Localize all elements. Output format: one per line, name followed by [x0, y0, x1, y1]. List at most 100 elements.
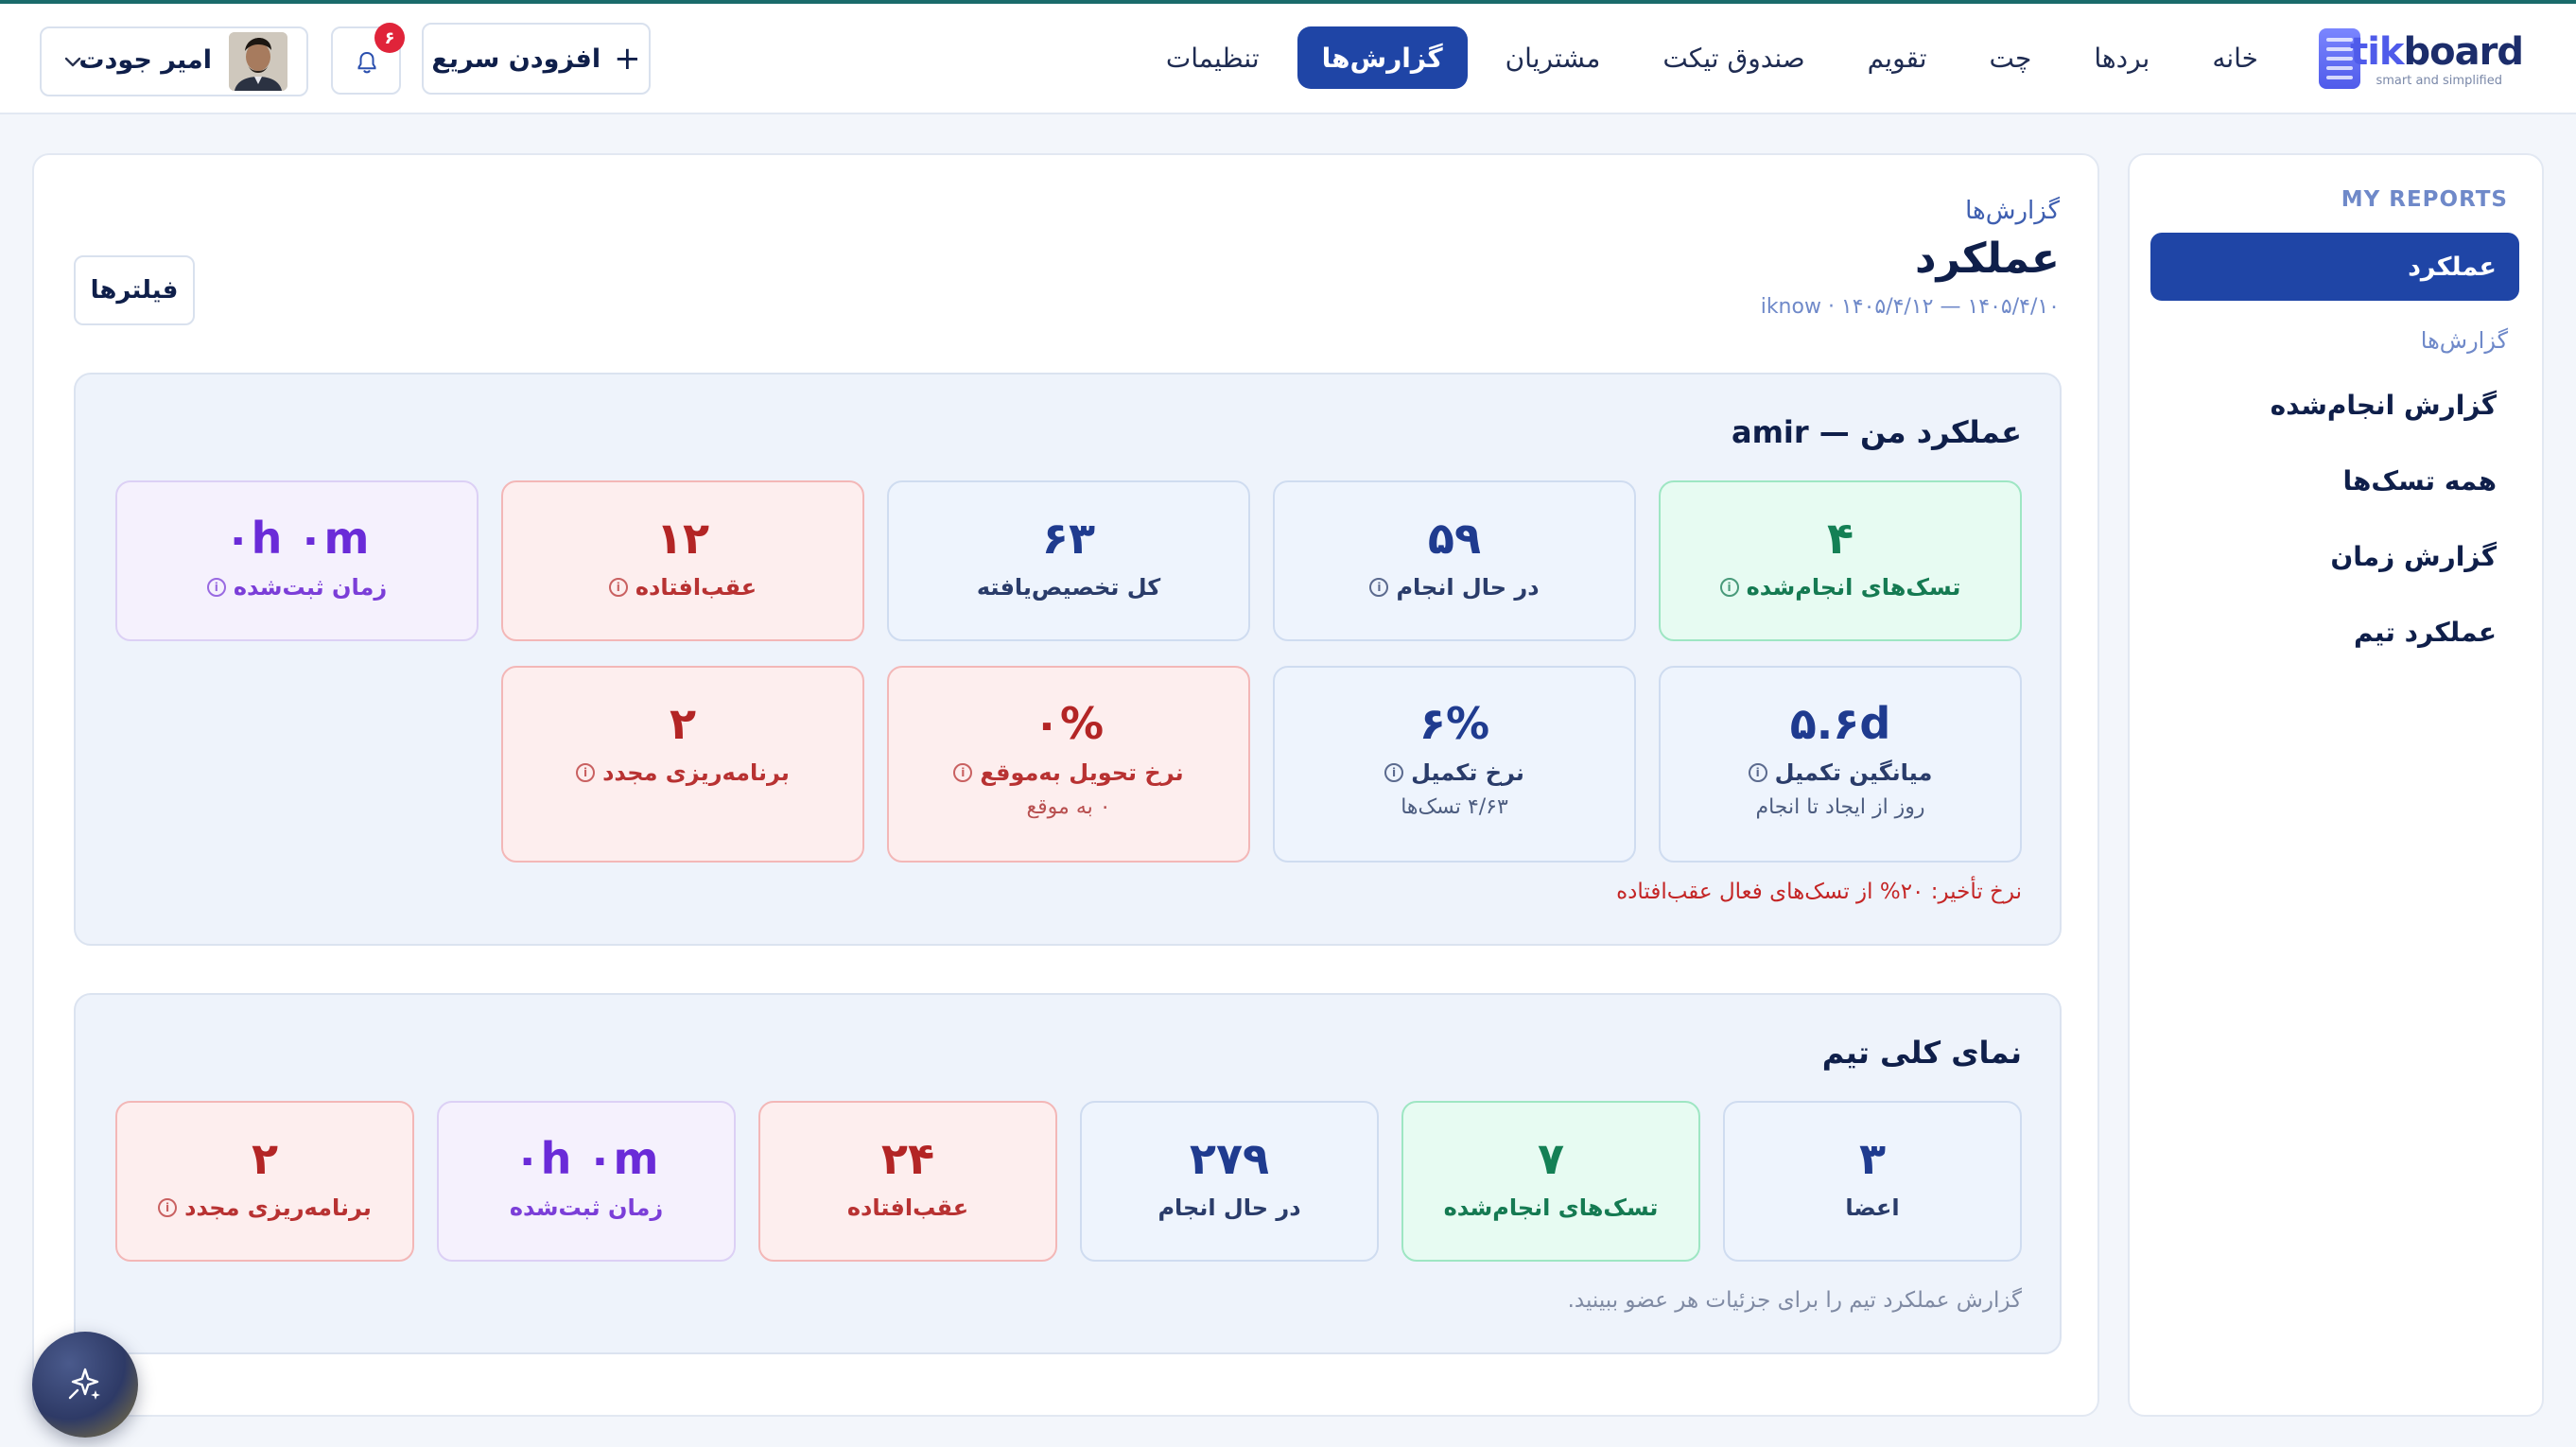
nav-settings[interactable]: تنظیمات	[1141, 26, 1284, 89]
stat-label: زمان ثبت‌شده	[509, 1194, 664, 1221]
stat-label: تسک‌های انجام‌شده	[1746, 573, 1961, 601]
sidebar-item-done-report[interactable]: گزارش انجام‌شده	[2271, 390, 2497, 421]
notification-count-badge: ۶	[374, 23, 405, 53]
stat-value: ۲۴	[880, 1133, 935, 1184]
stat-value: ۷	[1537, 1133, 1565, 1184]
user-menu-button[interactable]: امیر جودت	[40, 26, 308, 96]
info-icon[interactable]: i	[1719, 577, 1739, 597]
stat-label: کل تخصیص‌یافته	[976, 573, 1161, 601]
quick-add-label: افزودن سریع	[431, 44, 601, 74]
reports-sidebar: MY REPORTS عملکرد گزارش‌ها گزارش انجام‌ش…	[2128, 153, 2544, 1417]
stat-card-total-assigned: ۶۳ کل تخصیص‌یافته	[887, 480, 1250, 641]
stat-label: تسک‌های انجام‌شده	[1443, 1194, 1659, 1221]
stat-value: ۵۹	[1427, 513, 1482, 564]
stat-label: در حال انجام	[1396, 573, 1540, 601]
main-nav: خانه بردها چت تقویم صندوق تیکت مشتریان گ…	[1141, 26, 2283, 89]
stat-card-completed-tasks: ۴ تسک‌های انجام‌شده i	[1659, 480, 2022, 641]
team-overview-title: نمای کلی تیم	[1821, 1035, 2022, 1071]
info-icon[interactable]: i	[953, 762, 973, 782]
stat-card-completion-rate: ۶% نرخ تکمیل i ۴/۶۳ تسک‌ها	[1273, 666, 1636, 863]
avatar	[229, 32, 287, 91]
nav-home[interactable]: خانه	[2187, 26, 2283, 89]
stat-value: ۰%	[1033, 698, 1105, 749]
stat-subtext: ۰ به موقع	[1026, 794, 1111, 819]
info-icon[interactable]: i	[576, 762, 596, 782]
notifications-button[interactable]: ۶	[331, 23, 405, 95]
stat-card-in-progress: ۵۹ در حال انجام i	[1273, 480, 1636, 641]
stat-subtext: روز از ایجاد تا انجام	[1755, 794, 1925, 819]
ai-assistant-button[interactable]	[32, 1332, 138, 1438]
brand-tagline: smart and simplified	[2376, 74, 2502, 88]
team-card-logged-time: ۰h ۰m زمان ثبت‌شده	[437, 1101, 736, 1262]
team-overview-note: گزارش عملکرد تیم را برای جزئیات هر عضو ب…	[1567, 1288, 2022, 1313]
breadcrumb[interactable]: گزارش‌ها	[1965, 197, 2060, 225]
stat-value: ۳	[1858, 1133, 1887, 1184]
team-overview-section: نمای کلی تیم ۳ اعضا ۷ تسک‌های انجام‌شده …	[74, 993, 2062, 1354]
stat-value: ۵.۶d	[1789, 698, 1891, 749]
sparkle-icon	[68, 1368, 100, 1400]
nav-chat[interactable]: چت	[1965, 26, 2057, 89]
sidebar-item-performance[interactable]: عملکرد	[2150, 233, 2519, 301]
info-icon[interactable]: i	[1748, 762, 1767, 782]
stat-value: ۲	[669, 698, 697, 749]
my-performance-section: عملکرد من — amir ۴ تسک‌های انجام‌شده i ۵۹…	[74, 373, 2062, 946]
stat-value: ۱۲	[655, 513, 710, 564]
stat-card-avg-completion: ۵.۶d میانگین تکمیل i روز از ایجاد تا انجا…	[1659, 666, 2022, 863]
nav-reports[interactable]: گزارش‌ها	[1297, 26, 1468, 89]
team-card-in-progress: ۲۷۹ در حال انجام	[1080, 1101, 1379, 1262]
stat-value: ۲۷۹	[1189, 1133, 1270, 1184]
stat-value: ۰h ۰m	[513, 1133, 659, 1184]
team-card-overdue: ۲۴ عقب‌افتاده	[758, 1101, 1057, 1262]
top-navigation-bar: tikboard smart and simplified خانه بردها…	[0, 4, 2576, 114]
stat-label: اعضا	[1845, 1194, 1900, 1221]
sidebar-item-time-report[interactable]: گزارش زمان	[2330, 541, 2497, 572]
nav-boards[interactable]: بردها	[2069, 26, 2174, 89]
stat-card-on-time-rate: ۰% نرخ تحویل به‌موقع i ۰ به موقع	[887, 666, 1250, 863]
stat-label: عقب‌افتاده	[846, 1194, 969, 1221]
sidebar-heading: MY REPORTS	[2341, 187, 2508, 212]
info-icon[interactable]: i	[158, 1197, 178, 1217]
nav-customers[interactable]: مشتریان	[1481, 26, 1626, 89]
sidebar-item-team-performance[interactable]: عملکرد تیم	[2354, 617, 2497, 648]
sidebar-item-all-tasks[interactable]: همه تسک‌ها	[2342, 465, 2497, 497]
stat-label: برنامه‌ریزی مجدد	[602, 758, 790, 786]
stat-label: نرخ تکمیل	[1411, 758, 1524, 786]
stat-label: زمان ثبت‌شده	[233, 573, 388, 601]
stat-subtext: ۴/۶۳ تسک‌ها	[1401, 794, 1508, 819]
nav-ticket-inbox[interactable]: صندوق تیکت	[1638, 26, 1829, 89]
brand-name: tikboard	[2350, 30, 2524, 74]
stat-value: ۲	[251, 1133, 279, 1184]
chevron-down-icon	[64, 57, 81, 67]
user-name: امیر جودت	[78, 45, 212, 75]
stat-label: برنامه‌ریزی مجدد	[184, 1194, 372, 1221]
brand-logo[interactable]: tikboard smart and simplified	[2315, 26, 2524, 93]
team-card-completed: ۷ تسک‌های انجام‌شده	[1401, 1101, 1700, 1262]
stat-label: میانگین تکمیل	[1774, 758, 1933, 786]
stat-value: ۶%	[1419, 698, 1490, 749]
sidebar-subheading: گزارش‌ها	[2420, 327, 2508, 354]
stat-label: نرخ تحویل به‌موقع	[980, 758, 1184, 786]
my-performance-title: عملکرد من — amir	[1731, 414, 2022, 450]
filters-button[interactable]: فیلترها	[74, 255, 195, 325]
stat-card-rescheduled: ۲ برنامه‌ریزی مجدد i	[501, 666, 864, 863]
stat-value: ۰h ۰m	[224, 513, 370, 564]
team-card-members: ۳ اعضا	[1723, 1101, 2022, 1262]
late-rate-note: نرخ تأخیر: ۲۰% از تسک‌های فعال عقب‌افتاد…	[1616, 880, 2022, 904]
quick-add-button[interactable]: + افزودن سریع	[422, 23, 651, 95]
stat-card-logged-time: ۰h ۰m زمان ثبت‌شده i	[115, 480, 479, 641]
plus-icon: +	[614, 40, 641, 78]
info-icon[interactable]: i	[608, 577, 628, 597]
bell-icon	[357, 51, 376, 74]
stat-label: در حال انجام	[1157, 1194, 1301, 1221]
main-content-card: گزارش‌ها عملکرد iknow · ۱۴۰۵/۴/۱۲ — ۱۴۰۵…	[32, 153, 2099, 1417]
stat-value: ۶۳	[1041, 513, 1096, 564]
nav-calendar[interactable]: تقویم	[1843, 26, 1952, 89]
team-card-rescheduled: ۲ برنامه‌ریزی مجدد i	[115, 1101, 414, 1262]
stat-card-overdue: ۱۲ عقب‌افتاده i	[501, 480, 864, 641]
info-icon[interactable]: i	[1369, 577, 1389, 597]
info-icon[interactable]: i	[206, 577, 226, 597]
stat-label: عقب‌افتاده	[635, 573, 757, 601]
info-icon[interactable]: i	[1384, 762, 1404, 782]
date-range: iknow · ۱۴۰۵/۴/۱۲ — ۱۴۰۵/۴/۱۰	[1760, 295, 2060, 319]
page-title: عملکرد	[1914, 235, 2060, 283]
